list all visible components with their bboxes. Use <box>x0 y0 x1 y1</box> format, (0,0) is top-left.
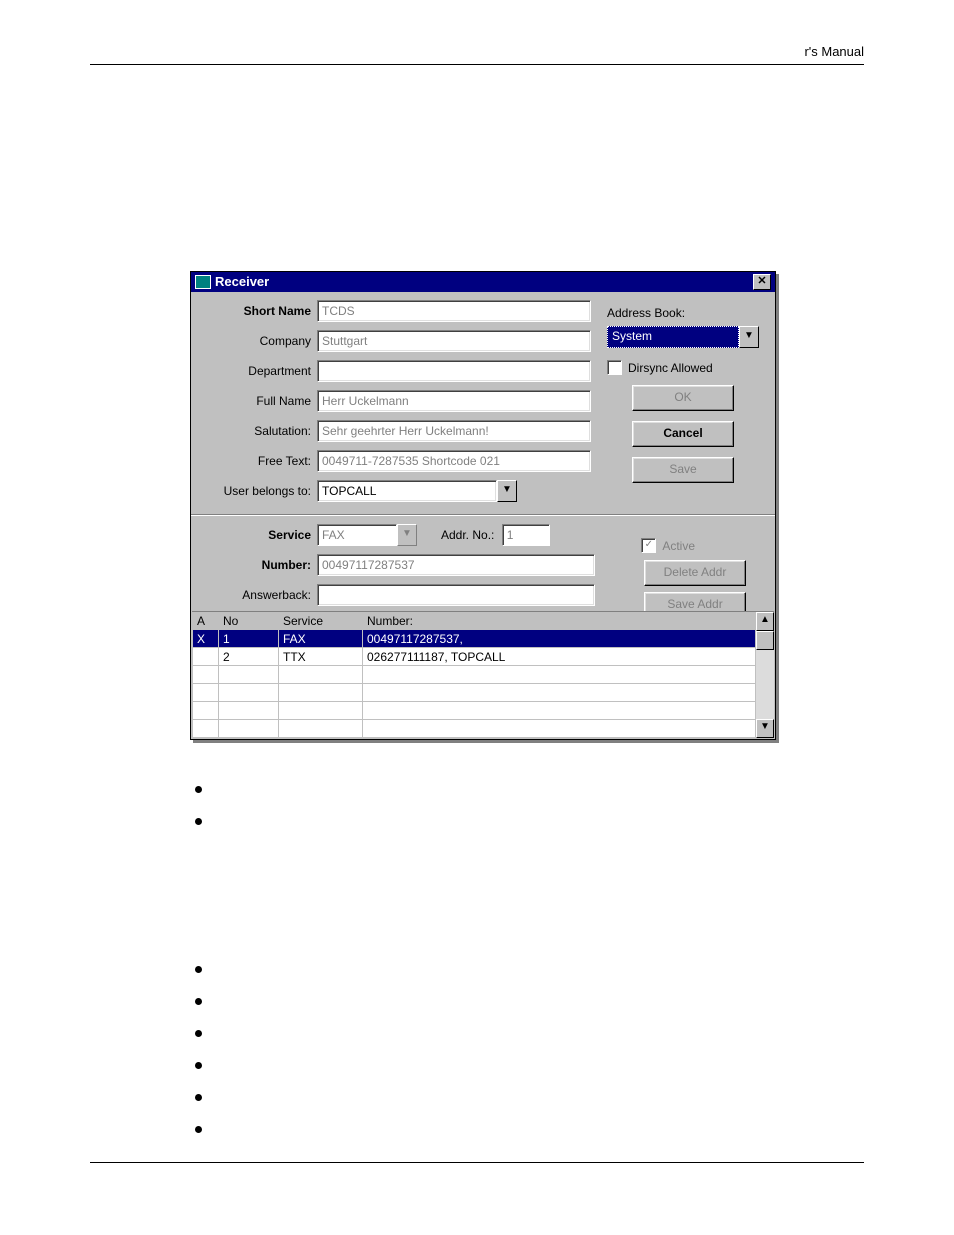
scrollbar[interactable]: ▲ ▼ <box>756 612 774 738</box>
chevron-down-icon: ▼ <box>397 524 417 546</box>
checkbox-box: ✓ <box>641 538 656 553</box>
cell-no: 2 <box>219 648 279 666</box>
table-row[interactable] <box>193 720 756 738</box>
bullet-item <box>195 812 755 844</box>
chevron-down-icon[interactable]: ▼ <box>497 480 517 502</box>
user-belongs-to-combo[interactable]: TOPCALL ▼ <box>317 480 517 502</box>
company-label: Company <box>201 334 311 348</box>
cell-no <box>219 684 279 702</box>
free-text-label: Free Text: <box>201 454 311 468</box>
cell-a <box>193 702 219 720</box>
dialog-title: Receiver <box>215 272 269 292</box>
full-name-field[interactable]: Herr Uckelmann <box>317 390 591 412</box>
cell-number: 00497117287537, <box>363 630 756 648</box>
bullet-list-2 <box>195 960 755 1152</box>
free-text-field[interactable]: 0049711-7287535 Shortcode 021 <box>317 450 591 472</box>
col-number[interactable]: Number: <box>363 613 756 630</box>
department-label: Department <box>201 364 311 378</box>
cell-number: 026277111187, TOPCALL <box>363 648 756 666</box>
close-icon[interactable]: ✕ <box>753 274 771 290</box>
table-row[interactable] <box>193 684 756 702</box>
addr-no-field[interactable]: 1 <box>502 524 550 546</box>
ok-button[interactable]: OK <box>632 385 734 411</box>
answerback-field[interactable] <box>317 584 595 606</box>
user-belongs-to-label: User belongs to: <box>201 484 311 498</box>
dirsync-label: Dirsync Allowed <box>628 361 713 375</box>
department-field[interactable] <box>317 360 591 382</box>
receiver-dialog: Receiver ✕ Address Book: System ▼ Dirsyn… <box>190 271 776 740</box>
cell-service <box>279 702 363 720</box>
short-name-field[interactable]: TCDS <box>317 300 591 322</box>
scroll-up-icon[interactable]: ▲ <box>756 612 774 631</box>
col-no[interactable]: No <box>219 613 279 630</box>
bullet-item <box>195 1120 755 1152</box>
number-label: Number: <box>201 558 311 572</box>
answerback-label: Answerback: <box>201 588 311 602</box>
col-a[interactable]: A <box>193 613 219 630</box>
active-label: Active <box>662 539 695 553</box>
cell-a <box>193 666 219 684</box>
number-field[interactable]: 00497117287537 <box>317 554 595 576</box>
active-checkbox: ✓ Active <box>641 538 695 553</box>
short-name-label: Short Name <box>201 304 311 318</box>
header-right-text: r's Manual <box>804 44 864 59</box>
address-book-label: Address Book: <box>607 306 759 320</box>
delete-addr-button[interactable]: Delete Addr <box>644 560 746 586</box>
dirsync-allowed-checkbox[interactable]: Dirsync Allowed <box>607 360 759 375</box>
checkbox-box <box>607 360 622 375</box>
cancel-button[interactable]: Cancel <box>632 421 734 447</box>
cell-service <box>279 720 363 738</box>
table-row[interactable] <box>193 702 756 720</box>
cell-no: 1 <box>219 630 279 648</box>
footer-rule <box>90 1162 864 1163</box>
save-button[interactable]: Save <box>632 457 734 483</box>
salutation-field[interactable]: Sehr geehrter Herr Uckelmann! <box>317 420 591 442</box>
cell-number <box>363 666 756 684</box>
cell-number <box>363 720 756 738</box>
address-table-wrap: A No Service Number: X1FAX00497117287537… <box>192 611 774 738</box>
company-field[interactable]: Stuttgart <box>317 330 591 352</box>
cell-service <box>279 666 363 684</box>
cell-no <box>219 720 279 738</box>
cell-service: TTX <box>279 648 363 666</box>
section-divider <box>191 514 775 516</box>
cell-no <box>219 666 279 684</box>
header-rule <box>90 64 864 65</box>
cell-service <box>279 684 363 702</box>
bullet-item <box>195 1088 755 1120</box>
addr-no-label: Addr. No.: <box>441 528 494 542</box>
address-book-combo[interactable]: System ▼ <box>607 326 759 348</box>
cell-a <box>193 684 219 702</box>
sys-icon <box>195 275 211 289</box>
table-row[interactable] <box>193 666 756 684</box>
cell-a <box>193 720 219 738</box>
service-label: Service <box>201 528 311 542</box>
table-row[interactable]: 2TTX026277111187, TOPCALL <box>193 648 756 666</box>
cell-a: X <box>193 630 219 648</box>
bullet-list-1 <box>195 780 755 844</box>
address-table[interactable]: A No Service Number: X1FAX00497117287537… <box>192 612 756 738</box>
scroll-down-icon[interactable]: ▼ <box>756 719 774 738</box>
bullet-item <box>195 960 755 992</box>
bullet-item <box>195 1024 755 1056</box>
bullet-item <box>195 1056 755 1088</box>
scroll-thumb[interactable] <box>756 631 774 650</box>
table-row[interactable]: X1FAX00497117287537, <box>193 630 756 648</box>
cell-number <box>363 684 756 702</box>
bullet-item <box>195 780 755 812</box>
full-name-label: Full Name <box>201 394 311 408</box>
bullet-item <box>195 992 755 1024</box>
cell-number <box>363 702 756 720</box>
cell-no <box>219 702 279 720</box>
col-service[interactable]: Service <box>279 613 363 630</box>
titlebar: Receiver ✕ <box>191 272 775 292</box>
service-combo[interactable]: FAX ▼ <box>317 524 417 546</box>
cell-service: FAX <box>279 630 363 648</box>
cell-a <box>193 648 219 666</box>
salutation-label: Salutation: <box>201 424 311 438</box>
user-belongs-to-value: TOPCALL <box>317 480 497 502</box>
chevron-down-icon[interactable]: ▼ <box>739 326 759 348</box>
service-value: FAX <box>317 524 397 546</box>
address-book-value: System <box>607 326 739 348</box>
